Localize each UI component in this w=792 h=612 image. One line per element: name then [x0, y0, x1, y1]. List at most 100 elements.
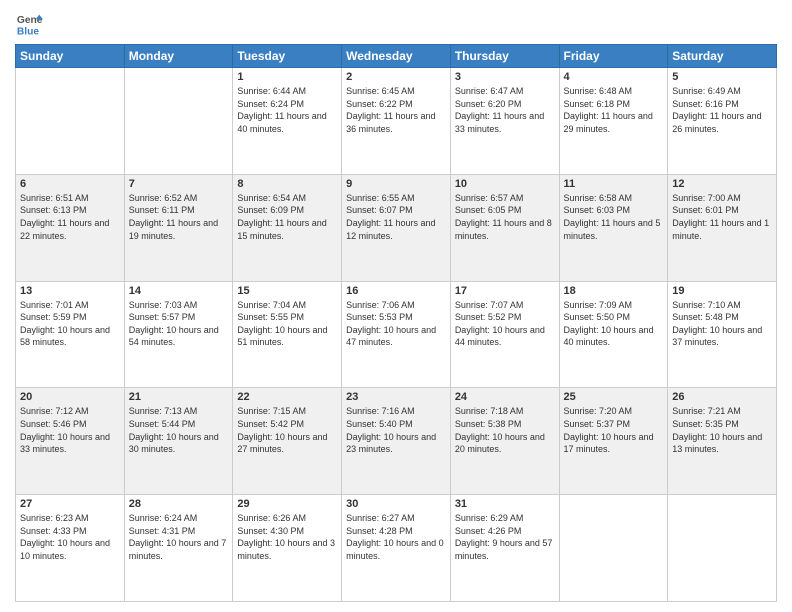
- cell-details: Sunrise: 7:21 AMSunset: 5:35 PMDaylight:…: [672, 405, 772, 455]
- cell-details: Sunrise: 6:26 AMSunset: 4:30 PMDaylight:…: [237, 512, 337, 562]
- calendar-cell: 18 Sunrise: 7:09 AMSunset: 5:50 PMDayligh…: [559, 281, 668, 388]
- weekday-header-tuesday: Tuesday: [233, 45, 342, 68]
- cell-details: Sunrise: 7:12 AMSunset: 5:46 PMDaylight:…: [20, 405, 120, 455]
- calendar-cell: 19Sunrise: 7:10 AMSunset: 5:48 PMDayligh…: [668, 281, 777, 388]
- calendar-table: SundayMondayTuesdayWednesdayThursdayFrid…: [15, 44, 777, 602]
- day-number: 10: [455, 178, 555, 190]
- calendar-cell: 25 Sunrise: 7:20 AMSunset: 5:37 PMDayligh…: [559, 388, 668, 495]
- weekday-header-monday: Monday: [124, 45, 233, 68]
- cell-details: Sunrise: 6:47 AMSunset: 6:20 PMDaylight:…: [455, 85, 555, 135]
- calendar-cell: 21 Sunrise: 7:13 AMSunset: 5:44 PMDayligh…: [124, 388, 233, 495]
- calendar-cell: 17 Sunrise: 7:07 AMSunset: 5:52 PMDayligh…: [450, 281, 559, 388]
- calendar-cell: 3 Sunrise: 6:47 AMSunset: 6:20 PMDaylight…: [450, 68, 559, 175]
- day-number: 30: [346, 498, 446, 510]
- cell-details: Sunrise: 6:55 AMSunset: 6:07 PMDaylight:…: [346, 192, 446, 242]
- svg-text:Blue: Blue: [17, 26, 40, 37]
- calendar-cell: 30 Sunrise: 6:27 AMSunset: 4:28 PMDayligh…: [342, 495, 451, 602]
- logo: General Blue: [15, 10, 43, 38]
- calendar-week-4: 27Sunrise: 6:23 AMSunset: 4:33 PMDayligh…: [16, 495, 777, 602]
- day-number: 9: [346, 178, 446, 190]
- day-number: 14: [129, 285, 229, 297]
- cell-details: Sunrise: 7:20 AMSunset: 5:37 PMDaylight:…: [564, 405, 664, 455]
- day-number: 31: [455, 498, 555, 510]
- day-number: 8: [237, 178, 337, 190]
- cell-details: Sunrise: 6:57 AMSunset: 6:05 PMDaylight:…: [455, 192, 555, 242]
- day-number: 25: [564, 391, 664, 403]
- day-number: 1: [237, 71, 337, 83]
- day-number: 29: [237, 498, 337, 510]
- page-header: General Blue: [15, 10, 777, 38]
- calendar-week-3: 20 Sunrise: 7:12 AMSunset: 5:46 PMDayligh…: [16, 388, 777, 495]
- day-number: 7: [129, 178, 229, 190]
- calendar-cell: [559, 495, 668, 602]
- calendar-cell: 13Sunrise: 7:01 AMSunset: 5:59 PMDayligh…: [16, 281, 125, 388]
- day-number: 17: [455, 285, 555, 297]
- day-number: 28: [129, 498, 229, 510]
- day-number: 19: [672, 285, 772, 297]
- day-number: 13: [20, 285, 120, 297]
- cell-details: Sunrise: 6:48 AMSunset: 6:18 PMDaylight:…: [564, 85, 664, 135]
- cell-details: Sunrise: 7:09 AMSunset: 5:50 PMDaylight:…: [564, 299, 664, 349]
- calendar-week-2: 13Sunrise: 7:01 AMSunset: 5:59 PMDayligh…: [16, 281, 777, 388]
- calendar-cell: 4 Sunrise: 6:48 AMSunset: 6:18 PMDaylight…: [559, 68, 668, 175]
- cell-details: Sunrise: 6:27 AMSunset: 4:28 PMDaylight:…: [346, 512, 446, 562]
- weekday-header-sunday: Sunday: [16, 45, 125, 68]
- cell-details: Sunrise: 7:16 AMSunset: 5:40 PMDaylight:…: [346, 405, 446, 455]
- calendar-cell: 23Sunrise: 7:16 AMSunset: 5:40 PMDayligh…: [342, 388, 451, 495]
- calendar-cell: 24Sunrise: 7:18 AMSunset: 5:38 PMDayligh…: [450, 388, 559, 495]
- day-number: 16: [346, 285, 446, 297]
- day-number: 22: [237, 391, 337, 403]
- cell-details: Sunrise: 6:29 AMSunset: 4:26 PMDaylight:…: [455, 512, 555, 562]
- calendar-cell: 14 Sunrise: 7:03 AMSunset: 5:57 PMDayligh…: [124, 281, 233, 388]
- calendar-cell: 6Sunrise: 6:51 AMSunset: 6:13 PMDaylight…: [16, 174, 125, 281]
- day-number: 3: [455, 71, 555, 83]
- cell-details: Sunrise: 7:07 AMSunset: 5:52 PMDaylight:…: [455, 299, 555, 349]
- day-number: 2: [346, 71, 446, 83]
- logo-icon: General Blue: [15, 10, 43, 38]
- cell-details: Sunrise: 7:06 AMSunset: 5:53 PMDaylight:…: [346, 299, 446, 349]
- calendar-cell: 15Sunrise: 7:04 AMSunset: 5:55 PMDayligh…: [233, 281, 342, 388]
- day-number: 12: [672, 178, 772, 190]
- day-number: 21: [129, 391, 229, 403]
- calendar-cell: 11 Sunrise: 6:58 AMSunset: 6:03 PMDayligh…: [559, 174, 668, 281]
- day-number: 4: [564, 71, 664, 83]
- calendar-cell: 7 Sunrise: 6:52 AMSunset: 6:11 PMDaylight…: [124, 174, 233, 281]
- calendar-cell: 5 Sunrise: 6:49 AMSunset: 6:16 PMDaylight…: [668, 68, 777, 175]
- calendar-cell: 16 Sunrise: 7:06 AMSunset: 5:53 PMDayligh…: [342, 281, 451, 388]
- cell-details: Sunrise: 6:23 AMSunset: 4:33 PMDaylight:…: [20, 512, 120, 562]
- calendar-cell: 8Sunrise: 6:54 AMSunset: 6:09 PMDaylight…: [233, 174, 342, 281]
- day-number: 18: [564, 285, 664, 297]
- calendar-week-1: 6Sunrise: 6:51 AMSunset: 6:13 PMDaylight…: [16, 174, 777, 281]
- weekday-header-thursday: Thursday: [450, 45, 559, 68]
- cell-details: Sunrise: 6:51 AMSunset: 6:13 PMDaylight:…: [20, 192, 120, 242]
- calendar-cell: [16, 68, 125, 175]
- day-number: 11: [564, 178, 664, 190]
- cell-details: Sunrise: 6:49 AMSunset: 6:16 PMDaylight:…: [672, 85, 772, 135]
- cell-details: Sunrise: 6:24 AMSunset: 4:31 PMDaylight:…: [129, 512, 229, 562]
- cell-details: Sunrise: 6:45 AMSunset: 6:22 PMDaylight:…: [346, 85, 446, 135]
- day-number: 26: [672, 391, 772, 403]
- day-number: 5: [672, 71, 772, 83]
- calendar-cell: 9 Sunrise: 6:55 AMSunset: 6:07 PMDaylight…: [342, 174, 451, 281]
- cell-details: Sunrise: 6:52 AMSunset: 6:11 PMDaylight:…: [129, 192, 229, 242]
- calendar-cell: 27Sunrise: 6:23 AMSunset: 4:33 PMDayligh…: [16, 495, 125, 602]
- cell-details: Sunrise: 7:04 AMSunset: 5:55 PMDaylight:…: [237, 299, 337, 349]
- calendar-cell: 10 Sunrise: 6:57 AMSunset: 6:05 PMDayligh…: [450, 174, 559, 281]
- calendar-cell: [124, 68, 233, 175]
- cell-details: Sunrise: 6:58 AMSunset: 6:03 PMDaylight:…: [564, 192, 664, 242]
- day-number: 20: [20, 391, 120, 403]
- day-number: 24: [455, 391, 555, 403]
- calendar-cell: 12 Sunrise: 7:00 AMSunset: 6:01 PMDayligh…: [668, 174, 777, 281]
- calendar-cell: 20 Sunrise: 7:12 AMSunset: 5:46 PMDayligh…: [16, 388, 125, 495]
- cell-details: Sunrise: 7:00 AMSunset: 6:01 PMDaylight:…: [672, 192, 772, 242]
- calendar-cell: [668, 495, 777, 602]
- cell-details: Sunrise: 6:44 AMSunset: 6:24 PMDaylight:…: [237, 85, 337, 135]
- cell-details: Sunrise: 7:03 AMSunset: 5:57 PMDaylight:…: [129, 299, 229, 349]
- weekday-header-wednesday: Wednesday: [342, 45, 451, 68]
- calendar-week-0: 1 Sunrise: 6:44 AMSunset: 6:24 PMDaylight…: [16, 68, 777, 175]
- calendar-cell: 2 Sunrise: 6:45 AMSunset: 6:22 PMDaylight…: [342, 68, 451, 175]
- cell-details: Sunrise: 7:13 AMSunset: 5:44 PMDaylight:…: [129, 405, 229, 455]
- weekday-header-row: SundayMondayTuesdayWednesdayThursdayFrid…: [16, 45, 777, 68]
- calendar-cell: 29 Sunrise: 6:26 AMSunset: 4:30 PMDayligh…: [233, 495, 342, 602]
- calendar-cell: 26 Sunrise: 7:21 AMSunset: 5:35 PMDayligh…: [668, 388, 777, 495]
